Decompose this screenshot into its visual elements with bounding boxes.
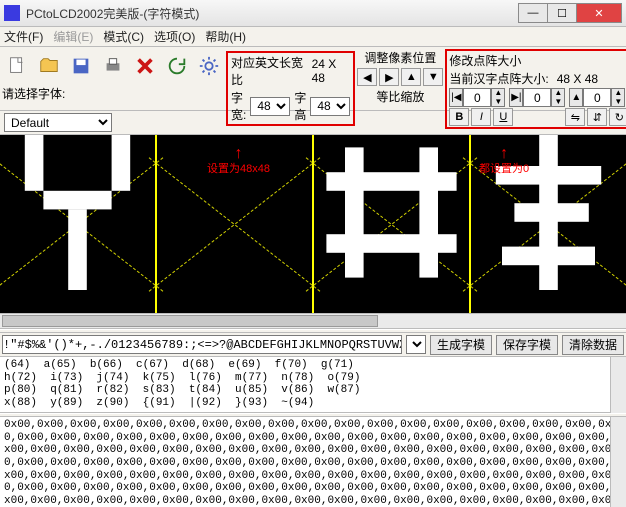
gear-icon[interactable] [194, 51, 224, 81]
matrix-size-group: 修改点阵大小 当前汉字点阵大小: 48 X 48 |◀▲▼ ▶|▲▼ ▲▲▼ ▼… [445, 49, 626, 129]
adjust-pixel-label: 调整像素位置 [364, 49, 436, 66]
toolbar: 请选择字体: 对应英文长宽比 24 X 48 字宽: 48 字高 48 调整像素… [0, 47, 626, 111]
shift-right-icon[interactable]: ▶ [379, 68, 399, 86]
char-width-select[interactable]: 48 [250, 97, 290, 116]
window-title: PCtoLCD2002完美版-(字符模式) [26, 5, 519, 22]
char-size-group: 对应英文长宽比 24 X 48 字宽: 48 字高 48 [226, 51, 355, 126]
flip-h-icon[interactable]: ⇋ [565, 108, 585, 126]
font-select-label: 请选择字体: [2, 85, 65, 102]
minimize-button[interactable]: — [518, 3, 548, 23]
annotation-left: 设置为48x48 [207, 163, 270, 175]
rotate-icon[interactable]: ↻ [609, 108, 626, 126]
charcode-list: (64) a(65) b(66) c(67) d(68) e(69) f(70)… [0, 357, 626, 413]
menu-help[interactable]: 帮助(H) [205, 28, 246, 45]
close-button[interactable]: ✕ [576, 3, 622, 23]
spin-right[interactable]: ▶|▲▼ [509, 88, 565, 107]
arrow-up-icon: ↑ [479, 145, 529, 163]
generate-button[interactable]: 生成字模 [430, 335, 492, 355]
codelist-scrollbar[interactable] [610, 357, 626, 413]
save-icon[interactable] [66, 51, 96, 81]
menubar: 文件(F) 编辑(E) 模式(C) 选项(O) 帮助(H) [0, 27, 626, 47]
refresh-icon[interactable] [162, 51, 192, 81]
menu-options[interactable]: 选项(O) [154, 28, 195, 45]
eng-size-label: 对应英文长宽比 [231, 54, 310, 88]
print-icon[interactable] [98, 51, 128, 81]
matrix-cur-value: 48 X 48 [557, 72, 598, 86]
eng-size-value: 24 X 48 [312, 57, 351, 85]
flip-v-icon[interactable]: ⇵ [587, 108, 607, 126]
shift-left-icon[interactable]: ◀ [357, 68, 377, 86]
char-height-label: 字高 [294, 89, 306, 123]
menu-file[interactable]: 文件(F) [4, 28, 43, 45]
hex-output[interactable]: 0x00,0x00,0x00,0x00,0x00,0x00,0x00,0x00,… [0, 417, 626, 507]
italic-button[interactable]: I [471, 108, 491, 126]
delete-icon[interactable] [130, 51, 160, 81]
canvas-scrollbar[interactable] [0, 313, 626, 329]
clear-button[interactable]: 清除数据 [562, 335, 624, 355]
prop-scale-label[interactable]: 等比缩放 [376, 88, 424, 105]
char-width-label: 字宽: [231, 89, 246, 123]
app-icon [4, 5, 20, 21]
new-file-icon[interactable] [2, 51, 32, 81]
arrow-up-icon: ↑ [207, 145, 270, 163]
open-file-icon[interactable] [34, 51, 64, 81]
char-height-select[interactable]: 48 [310, 97, 350, 116]
matrix-cur-label: 当前汉字点阵大小: [449, 70, 548, 87]
char-input[interactable] [2, 335, 402, 354]
font-family-select[interactable]: Default [4, 113, 112, 132]
bold-button[interactable]: B [449, 108, 469, 126]
char-page-select[interactable] [406, 335, 426, 354]
hex-scrollbar[interactable] [610, 417, 626, 507]
spin-up[interactable]: ▲▲▼ [569, 88, 625, 107]
menu-mode[interactable]: 模式(C) [103, 28, 144, 45]
menu-edit: 编辑(E) [53, 28, 93, 45]
save-font-button[interactable]: 保存字模 [496, 335, 558, 355]
spin-left[interactable]: |◀▲▼ [449, 88, 505, 107]
annotation-right: 都设置为0 [479, 163, 529, 175]
bitmap-canvas[interactable]: ↑设置为48x48 ↑都设置为0 [0, 135, 626, 313]
underline-button[interactable]: U [493, 108, 513, 126]
char-input-row: 生成字模 保存字模 清除数据 [0, 333, 626, 357]
shift-up-icon[interactable]: ▲ [401, 68, 421, 86]
matrix-title: 修改点阵大小 [449, 52, 626, 69]
maximize-button[interactable]: ☐ [547, 3, 577, 23]
shift-down-icon[interactable]: ▼ [423, 68, 443, 86]
titlebar: PCtoLCD2002完美版-(字符模式) — ☐ ✕ [0, 0, 626, 27]
